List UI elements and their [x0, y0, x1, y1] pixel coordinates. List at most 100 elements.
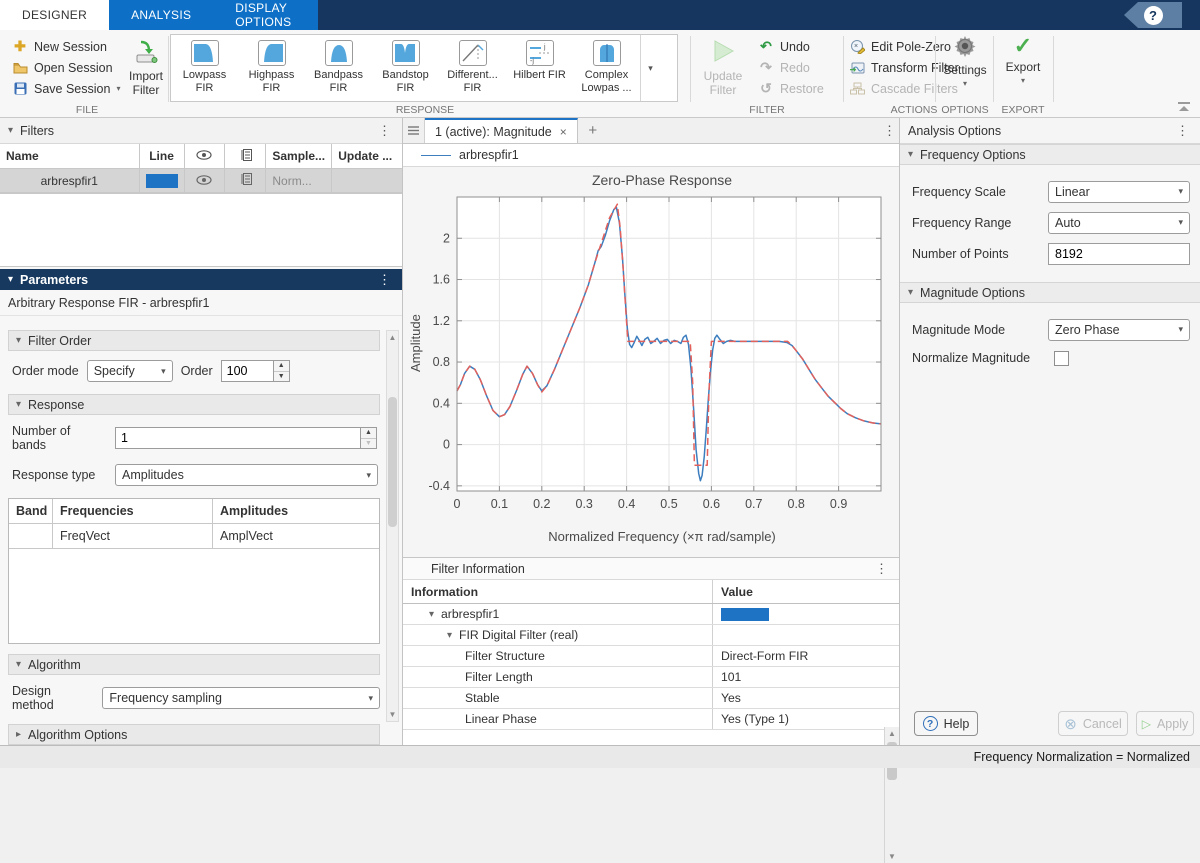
collapse-ribbon-button[interactable] — [1176, 101, 1192, 113]
spin-up-icon[interactable]: ▲ — [274, 361, 289, 372]
frequency-scale-dropdown[interactable]: Linear ▾ — [1048, 181, 1190, 203]
tab-list-icon[interactable] — [403, 118, 425, 143]
save-session-label: Save Session — [34, 82, 110, 96]
app-tabstrip: DESIGNER ANALYSIS DISPLAY OPTIONS — [0, 0, 318, 30]
import-icon — [133, 40, 159, 67]
cancel-button[interactable]: ⊗ Cancel — [1058, 711, 1128, 736]
highpass-fir-button[interactable]: Highpass FIR — [238, 35, 305, 101]
sample-mode-value[interactable]: Norm... — [266, 169, 332, 192]
scroll-down-icon[interactable]: ▼ — [387, 708, 398, 721]
figure-menu-icon[interactable]: ⋮ — [880, 123, 899, 139]
col-name[interactable]: Name — [0, 144, 140, 168]
collapse-triangle-icon[interactable]: ▾ — [8, 274, 13, 285]
filters-empty-area — [0, 194, 402, 267]
update-filter-button[interactable]: Update Filter — [694, 34, 752, 98]
magnitude-mode-dropdown[interactable]: Zero Phase ▾ — [1048, 319, 1190, 341]
complex-lowpass-fir-button[interactable]: Complex Lowpas ... — [573, 35, 640, 101]
normalize-magnitude-checkbox[interactable] — [1054, 351, 1069, 366]
response-section[interactable]: ▾Response — [8, 394, 380, 415]
legend-label: arbrespfir1 — [459, 148, 519, 162]
annotation-button[interactable] — [225, 169, 266, 192]
hilbert-fir-button[interactable]: j-j Hilbert FIR — [506, 35, 573, 101]
legend: arbrespfir1 — [403, 144, 899, 167]
band-table-row[interactable]: FreqVect AmplVect — [9, 524, 379, 549]
col-line[interactable]: Line — [140, 144, 185, 168]
response-type-dropdown[interactable]: Amplitudes ▾ — [115, 464, 378, 486]
collapse-triangle-icon[interactable]: ▾ — [8, 125, 13, 136]
frequency-options-section[interactable]: ▾Frequency Options — [900, 144, 1200, 165]
spin-down-icon[interactable]: ▼ — [274, 372, 289, 382]
info-row-fir-digital[interactable]: ▾FIR Digital Filter (real) — [403, 625, 899, 646]
tab-display-options[interactable]: DISPLAY OPTIONS — [213, 0, 318, 30]
note-icon — [239, 173, 252, 188]
bandstop-fir-button[interactable]: Bandstop FIR — [372, 35, 439, 101]
transform-icon — [849, 60, 865, 76]
differentiator-fir-button[interactable]: Different... FIR — [439, 35, 506, 101]
scroll-up-icon[interactable]: ▲ — [387, 331, 398, 344]
expand-triangle-icon[interactable]: ▾ — [447, 630, 452, 641]
col-annotation[interactable] — [225, 144, 266, 168]
gallery-expand-button[interactable]: ▾ — [640, 35, 660, 101]
zero-phase-response-plot[interactable]: 00.10.20.30.40.50.60.70.80.9-0.400.40.81… — [409, 191, 891, 525]
tab-analysis[interactable]: ANALYSIS — [109, 0, 213, 30]
info-row-structure[interactable]: Filter Structure Direct-Form FIR — [403, 646, 899, 667]
apply-button[interactable]: ▷ Apply — [1136, 711, 1194, 736]
export-button[interactable]: ✓ Export ▾ — [995, 30, 1051, 85]
ampl-vector-cell[interactable]: AmplVect — [213, 524, 378, 548]
spin-down-icon[interactable]: ▼ — [361, 439, 376, 449]
tab-designer[interactable]: DESIGNER — [0, 0, 109, 30]
magnitude-options-section[interactable]: ▾Magnitude Options — [900, 282, 1200, 303]
col-frequencies: Frequencies — [53, 499, 213, 523]
restore-button[interactable]: ↺ Restore — [754, 78, 828, 99]
number-of-bands-input[interactable] — [115, 427, 360, 449]
parameters-scrollbar[interactable]: ▲ ▼ — [386, 330, 399, 722]
col-update[interactable]: Update ... — [332, 144, 402, 168]
settings-button[interactable]: Settings ▾ — [937, 30, 993, 88]
order-mode-dropdown[interactable]: Specify ▾ — [87, 360, 173, 382]
import-filter-button[interactable]: Import Filter — [122, 36, 170, 98]
number-of-points-input[interactable] — [1048, 243, 1190, 265]
frequency-range-dropdown[interactable]: Auto ▾ — [1048, 212, 1190, 234]
filter-information-menu-icon[interactable]: ⋮ — [872, 561, 891, 577]
col-visibility[interactable] — [185, 144, 226, 168]
figure-area[interactable]: Zero-Phase Response Amplitude 00.10.20.3… — [403, 167, 899, 557]
info-row-linear-phase[interactable]: Linear Phase Yes (Type 1) — [403, 709, 899, 730]
scroll-up-icon[interactable]: ▲ — [885, 727, 899, 740]
update-mode-cell[interactable] — [332, 169, 402, 192]
bandpass-fir-button[interactable]: Bandpass FIR — [305, 35, 372, 101]
tab-magnitude[interactable]: 1 (active): Magnitude × — [425, 118, 578, 143]
line-color-cell[interactable] — [140, 169, 185, 192]
filter-order-section[interactable]: ▾Filter Order — [8, 330, 380, 351]
close-icon[interactable]: × — [560, 125, 567, 139]
scrollbar-thumb[interactable] — [388, 397, 397, 527]
svg-text:×: × — [854, 43, 858, 50]
analysis-options-menu-icon[interactable]: ⋮ — [1173, 123, 1192, 139]
freq-vector-cell[interactable]: FreqVect — [53, 524, 213, 548]
info-row-length[interactable]: Filter Length 101 — [403, 667, 899, 688]
parameters-menu-icon[interactable]: ⋮ — [375, 272, 394, 288]
filters-menu-icon[interactable]: ⋮ — [375, 123, 394, 139]
chevron-down-icon[interactable]: ▾ — [116, 84, 120, 93]
gear-icon — [953, 34, 977, 61]
info-row-stable[interactable]: Stable Yes — [403, 688, 899, 709]
spin-up-icon[interactable]: ▲ — [361, 428, 376, 439]
order-input[interactable] — [221, 360, 273, 382]
question-icon: ? — [1144, 6, 1163, 25]
help-button[interactable]: ? Help — [914, 711, 978, 736]
algorithm-options-section[interactable]: ▸ Algorithm Options — [8, 724, 380, 745]
number-of-points-label: Number of Points — [912, 247, 1042, 261]
design-method-dropdown[interactable]: Frequency sampling ▾ — [102, 687, 380, 709]
undo-button[interactable]: ↶ Undo — [754, 36, 828, 57]
legend-line-sample — [421, 155, 451, 156]
redo-button[interactable]: ↷ Redo — [754, 57, 828, 78]
algorithm-section[interactable]: ▾Algorithm — [8, 654, 380, 675]
info-row-filter[interactable]: ▾arbrespfir1 — [403, 604, 899, 625]
filter-row-arbrespfir1[interactable]: arbrespfir1 Norm... — [0, 169, 402, 193]
help-button[interactable]: ? — [1124, 2, 1182, 28]
scroll-down-icon[interactable]: ▼ — [885, 850, 899, 863]
expand-triangle-icon[interactable]: ▾ — [429, 609, 434, 620]
col-sample[interactable]: Sample... — [266, 144, 332, 168]
visibility-toggle[interactable] — [185, 169, 226, 192]
new-tab-button[interactable]: + — [578, 118, 608, 143]
lowpass-fir-button[interactable]: Lowpass FIR — [171, 35, 238, 101]
